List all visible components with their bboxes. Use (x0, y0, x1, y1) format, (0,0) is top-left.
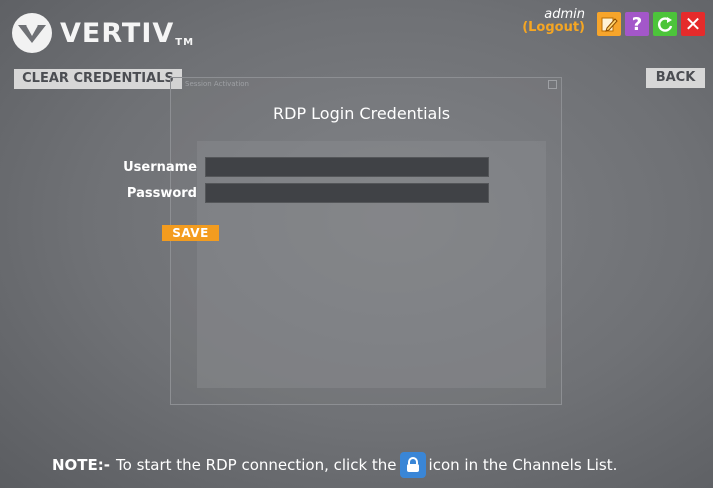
password-input[interactable] (206, 186, 488, 204)
brand-trademark: TM (175, 36, 195, 48)
close-glyph: ✕ (684, 12, 702, 36)
help-icon[interactable]: ? (625, 12, 649, 36)
edit-icon[interactable] (597, 12, 621, 36)
help-glyph: ? (631, 13, 643, 35)
username-field[interactable] (205, 157, 489, 178)
lock-icon (399, 452, 426, 478)
refresh-icon[interactable] (653, 12, 677, 36)
clear-credentials-button[interactable]: CLEAR CREDENTIALS (14, 69, 182, 89)
dialog-window-title: Session Activation (185, 80, 249, 88)
dialog-title: RDP Login Credentials (273, 104, 451, 123)
note-text-before: To start the RDP connection, click the (116, 456, 397, 474)
vertiv-logo-icon (12, 13, 52, 53)
password-field[interactable] (205, 183, 489, 204)
note-prefix: NOTE:- (52, 456, 111, 474)
vertiv-logo: VERTIVTM (12, 13, 194, 53)
username-input[interactable] (206, 160, 488, 178)
footer-note: NOTE:- To start the RDP connection, clic… (52, 452, 617, 478)
brand-name: VERTIVTM (60, 17, 195, 49)
save-button[interactable]: SAVE (162, 225, 219, 241)
credentials-panel (197, 141, 546, 388)
user-info: admin (Logout) (522, 8, 585, 34)
close-icon[interactable]: ✕ (681, 12, 705, 36)
back-button[interactable]: BACK (646, 68, 705, 88)
logout-link[interactable]: (Logout) (522, 21, 585, 34)
password-label: Password (126, 186, 197, 201)
dialog-close-icon[interactable] (548, 80, 557, 89)
note-text-after: icon in the Channels List. (428, 456, 618, 474)
username-label: Username (123, 160, 197, 175)
